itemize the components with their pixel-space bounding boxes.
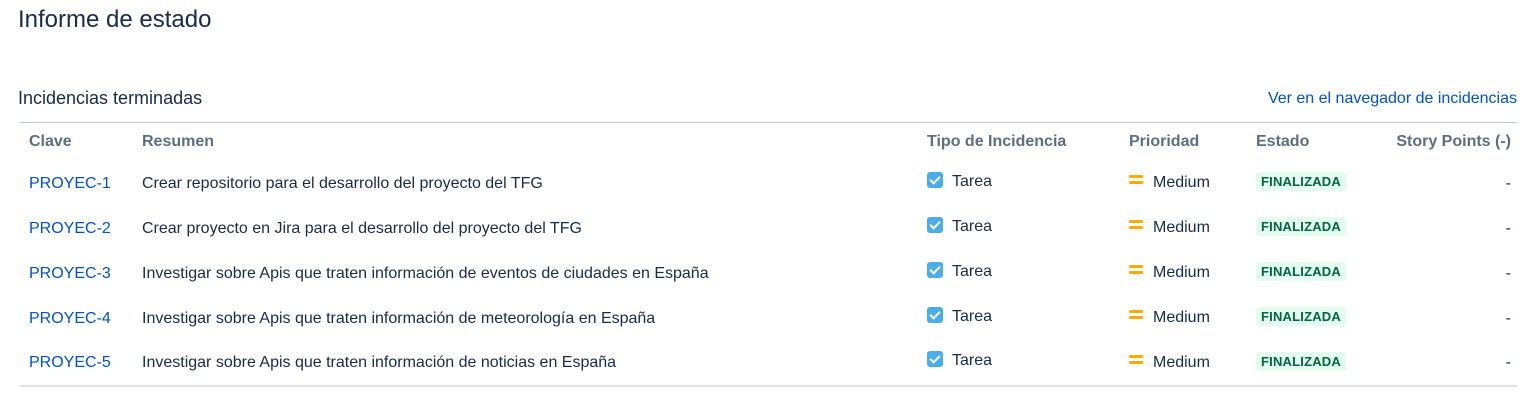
issue-summary: Crear repositorio para el desarrollo del… xyxy=(142,174,543,192)
issue-story-points: - xyxy=(1505,264,1511,282)
issue-type-label: Tarea xyxy=(952,352,993,369)
column-header-story-points[interactable]: Story Points (-) xyxy=(1380,123,1517,162)
status-report-page: Informe de estado Incidencias terminadas… xyxy=(0,0,1532,402)
issue-priority-cell: Medium xyxy=(1120,341,1247,386)
task-checkbox-icon xyxy=(927,216,943,233)
column-header-priority[interactable]: Prioridad xyxy=(1120,123,1247,162)
issue-type-label: Tarea xyxy=(952,172,993,190)
issue-key-link[interactable]: PROYEC-2 xyxy=(29,220,111,237)
priority-medium-icon xyxy=(1129,265,1143,275)
issue-priority-cell: Medium xyxy=(1120,206,1247,251)
issue-story-points: - xyxy=(1505,174,1511,192)
issue-status-cell: FINALIZADA xyxy=(1247,161,1380,206)
issue-key-cell: PROYEC-4 xyxy=(20,296,133,341)
column-header-status[interactable]: Estado xyxy=(1247,123,1380,162)
issue-type-cell: Tarea xyxy=(918,206,1120,251)
issue-key-cell: PROYEC-2 xyxy=(20,206,133,251)
issue-status-cell: FINALIZADA xyxy=(1247,206,1380,251)
issue-type-label: Tarea xyxy=(952,262,993,280)
column-header-type[interactable]: Tipo de Incidencia xyxy=(918,123,1120,162)
issue-status-cell: FINALIZADA xyxy=(1247,251,1380,296)
issue-type-label: Tarea xyxy=(952,307,993,325)
issue-type-cell: Tarea xyxy=(918,161,1120,206)
issue-story-points: - xyxy=(1505,309,1511,327)
issue-key-cell: PROYEC-1 xyxy=(20,161,133,206)
priority-medium-icon xyxy=(1129,354,1143,365)
table-row: PROYEC-3 Investigar sobre Apis que trate… xyxy=(20,251,1517,296)
issue-story-points: - xyxy=(1505,219,1511,237)
issue-summary: Investigar sobre Apis que traten informa… xyxy=(142,309,656,327)
issue-key-cell: PROYEC-3 xyxy=(20,251,133,296)
issue-key-link[interactable]: PROYEC-5 xyxy=(29,354,111,371)
issue-key-link[interactable]: PROYEC-3 xyxy=(29,265,111,282)
issue-priority-cell: Medium xyxy=(1120,161,1247,206)
priority-medium-icon xyxy=(1129,220,1143,230)
issue-priority-cell: Medium xyxy=(1120,296,1247,341)
issue-priority-label: Medium xyxy=(1153,219,1210,236)
priority-medium-icon xyxy=(1129,310,1143,320)
issue-type-label: Tarea xyxy=(952,217,993,235)
page-title: Informe de estado xyxy=(18,6,212,33)
task-checkbox-icon xyxy=(927,351,943,367)
priority-medium-icon xyxy=(1129,175,1143,185)
table-row: PROYEC-2 Crear proyecto en Jira para el … xyxy=(20,206,1517,251)
issue-priority-label: Medium xyxy=(1153,309,1210,326)
issue-summary: Investigar sobre Apis que traten informa… xyxy=(142,354,617,371)
issue-status-cell: FINALIZADA xyxy=(1247,341,1380,386)
issue-priority-label: Medium xyxy=(1153,174,1210,191)
table-row: PROYEC-1 Crear repositorio para el desar… xyxy=(20,161,1517,206)
issue-summary: Investigar sobre Apis que traten informa… xyxy=(142,264,709,282)
status-badge: FINALIZADA xyxy=(1256,351,1346,371)
section-title: Incidencias terminadas xyxy=(18,88,203,108)
issue-status-cell: FINALIZADA xyxy=(1247,296,1380,341)
issue-key-cell: PROYEC-5 xyxy=(20,341,133,386)
table-row: PROYEC-4 Investigar sobre Apis que trate… xyxy=(20,296,1517,341)
table-row: PROYEC-5 Investigar sobre Apis que trate… xyxy=(20,341,1517,386)
issue-priority-cell: Medium xyxy=(1120,251,1247,296)
issue-key-link[interactable]: PROYEC-1 xyxy=(29,175,111,192)
status-badge: FINALIZADA xyxy=(1256,172,1346,191)
issue-key-link[interactable]: PROYEC-4 xyxy=(29,310,111,327)
issues-table: Clave Resumen Tipo de Incidencia Priorid… xyxy=(20,122,1517,387)
status-badge: FINALIZADA xyxy=(1256,217,1346,236)
issue-story-points: - xyxy=(1505,354,1511,371)
status-badge: FINALIZADA xyxy=(1256,262,1346,281)
issue-priority-label: Medium xyxy=(1153,353,1210,371)
task-checkbox-icon xyxy=(927,171,943,188)
view-in-issue-navigator-link[interactable]: Ver en el navegador de incidencias xyxy=(1268,90,1517,108)
task-checkbox-icon xyxy=(927,306,943,323)
table-header-row: Clave Resumen Tipo de Incidencia Priorid… xyxy=(20,123,1517,162)
status-badge: FINALIZADA xyxy=(1256,307,1346,326)
issue-type-cell: Tarea xyxy=(918,251,1120,296)
section-header: Incidencias terminadas Ver en el navegad… xyxy=(18,88,1517,114)
column-header-summary[interactable]: Resumen xyxy=(133,123,918,162)
issue-summary: Crear proyecto en Jira para el desarroll… xyxy=(142,219,582,237)
task-checkbox-icon xyxy=(927,261,943,278)
issue-type-cell: Tarea xyxy=(918,341,1120,386)
issue-type-cell: Tarea xyxy=(918,296,1120,341)
issue-priority-label: Medium xyxy=(1153,264,1210,281)
column-header-key[interactable]: Clave xyxy=(20,123,133,162)
